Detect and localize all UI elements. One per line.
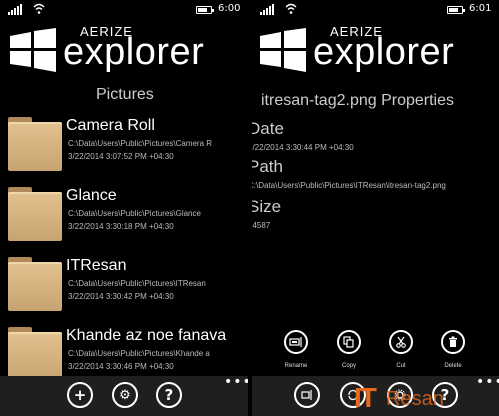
signal-strength-icon (8, 3, 22, 15)
more-options-button[interactable]: ••• (476, 375, 499, 389)
trash-icon (441, 330, 465, 354)
battery-icon (447, 6, 465, 14)
folder-item[interactable]: ITResan C:\Data\Users\Public\Pictures\IT… (0, 257, 248, 325)
explorer-folder-screen: 6:00 AERIZE explorer Pictures Camera Rol… (0, 0, 248, 416)
folder-name: Glance (66, 187, 117, 204)
cut-label: Cut (396, 363, 406, 369)
property-value-path: C:\Data\Users\Public\Pictures\ITResan\it… (252, 181, 446, 190)
property-value-size: 44587 (252, 221, 271, 230)
app-logo: AERIZE explorer (260, 24, 490, 74)
folder-item[interactable]: Camera Roll C:\Data\Users\Public\Picture… (0, 117, 248, 185)
status-bar: 6:01 (252, 0, 499, 18)
wifi-icon (285, 3, 297, 14)
folder-name: ITResan (66, 257, 127, 274)
rename-label: Rename (284, 363, 308, 369)
properties-button[interactable] (294, 382, 320, 408)
folder-date: 3/22/2014 3:30:46 PM +04:30 (68, 362, 174, 371)
folder-path: C:\Data\Users\Public\Pictures\Glance (68, 209, 201, 218)
folder-path: C:\Data\Users\Public\Pictures\Camera R (68, 139, 213, 148)
copy-icon (337, 330, 361, 354)
status-clock: 6:01 (469, 3, 492, 14)
folder-name: Khande az noe fanava (66, 327, 227, 344)
rename-icon (301, 390, 312, 400)
help-button[interactable]: ? (156, 382, 182, 408)
watermark-it-text: IT (354, 382, 377, 413)
watermark-resan-text: Resan (386, 388, 444, 410)
rename-button[interactable]: Rename (276, 330, 316, 369)
property-label-size: Size (252, 197, 282, 216)
scissors-icon (389, 330, 413, 354)
property-label-date: Date (252, 119, 284, 138)
settings-button[interactable]: ⚙ (112, 382, 138, 408)
property-label-path: Path (252, 157, 283, 176)
signal-strength-icon (260, 3, 274, 15)
delete-button[interactable]: Delete (433, 330, 473, 369)
help-icon: ? (164, 386, 174, 404)
app-bar: ? ••• (252, 375, 499, 416)
app-logo: AERIZE explorer (10, 24, 240, 74)
more-options-button[interactable]: ••• (224, 375, 248, 389)
gear-icon: ⚙ (119, 387, 131, 403)
folder-icon (8, 327, 62, 381)
delete-label: Delete (444, 363, 462, 369)
add-button[interactable]: + (67, 382, 93, 408)
property-value-date: 3/22/2014 3:30:44 PM +04:30 (252, 143, 354, 152)
file-action-menu: Rename Copy Cut Delete (252, 330, 499, 380)
folder-name: Camera Roll (66, 117, 155, 134)
folder-date: 3/22/2014 3:30:18 PM +04:30 (68, 222, 174, 231)
page-title: itresan-tag2.png Properties (261, 92, 454, 109)
cut-button[interactable]: Cut (381, 330, 421, 369)
logo-app-name: explorer (313, 31, 455, 73)
plus-icon: + (73, 386, 87, 404)
file-properties-screen: 6:01 AERIZE explorer itresan-tag2.png Pr… (252, 0, 499, 416)
rename-icon (284, 330, 308, 354)
folder-path: C:\Data\Users\Public\Pictures\ITResan (68, 279, 206, 288)
folder-item[interactable]: Glance C:\Data\Users\Public\Pictures\Gla… (0, 187, 248, 255)
logo-app-name: explorer (63, 31, 205, 73)
status-clock: 6:00 (218, 3, 241, 14)
battery-icon (196, 6, 214, 14)
copy-button[interactable]: Copy (329, 330, 369, 369)
status-bar: 6:00 (0, 0, 248, 18)
folder-date: 3/22/2014 3:30:42 PM +04:30 (68, 292, 174, 301)
folder-date: 3/22/2014 3:07:52 PM +04:30 (68, 152, 174, 161)
folder-icon (8, 257, 62, 311)
folder-icon (8, 187, 62, 241)
windows-logo-icon (10, 28, 56, 72)
folder-path: C:\Data\Users\Public\Pictures\Khande a (68, 349, 210, 358)
page-title: Pictures (96, 86, 154, 103)
wifi-icon (33, 3, 45, 14)
copy-label: Copy (341, 363, 356, 369)
folder-icon (8, 117, 62, 171)
app-bar: + ⚙ ? ••• (0, 375, 248, 416)
windows-logo-icon (260, 28, 306, 72)
